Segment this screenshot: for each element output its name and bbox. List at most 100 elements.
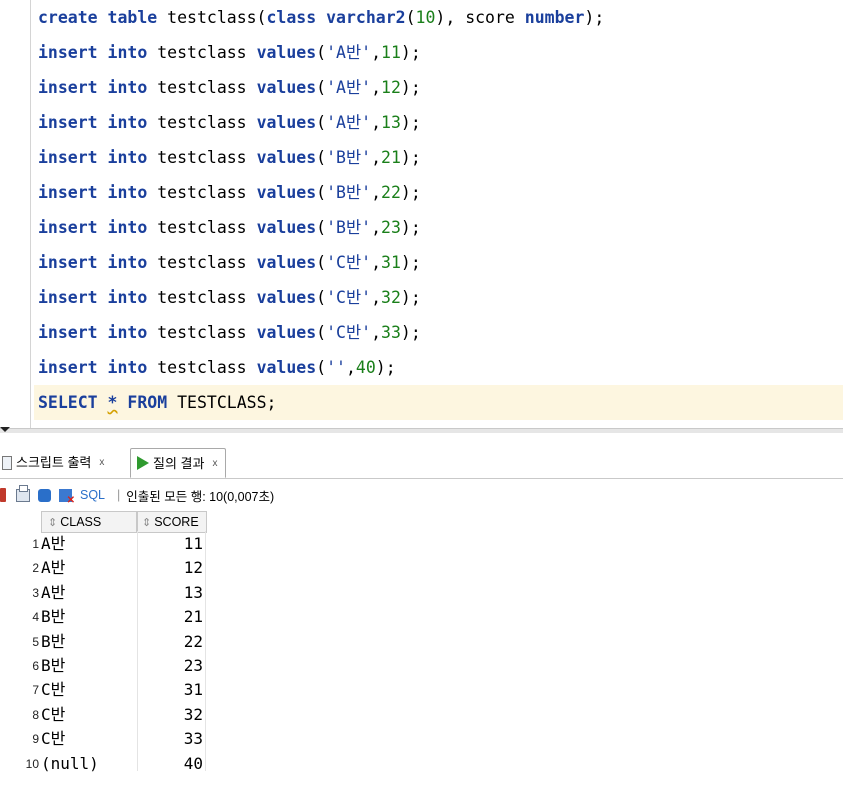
script-output-icon: [2, 455, 12, 470]
code-line[interactable]: insert into testclass values('',40);: [38, 350, 396, 385]
code-line[interactable]: insert into testclass values('A반',12);: [38, 70, 421, 105]
code-token: 'A반': [326, 113, 372, 132]
output-tabstrip: 스크립트 출력 x 질의 결과 x: [0, 448, 843, 479]
refresh-icon[interactable]: [38, 488, 51, 502]
code-token: (: [316, 288, 327, 307]
cell-class[interactable]: C반: [41, 703, 137, 727]
table-row[interactable]: 4 B반 21: [0, 605, 206, 629]
sql-button[interactable]: SQL: [80, 488, 105, 502]
cell-score[interactable]: 31: [139, 678, 203, 702]
cell-class[interactable]: (null): [41, 752, 137, 776]
cell-score[interactable]: 33: [139, 727, 203, 751]
tab-query-result[interactable]: 질의 결과 x: [130, 448, 227, 478]
code-token: SELECT: [38, 393, 98, 412]
code-token: 11: [381, 43, 401, 62]
cell-score[interactable]: 23: [139, 654, 203, 678]
code-token: ), score: [435, 8, 525, 27]
tab-script-output-close-icon[interactable]: x: [99, 448, 104, 477]
code-line[interactable]: insert into testclass values('A반',13);: [38, 105, 421, 140]
cell-score[interactable]: 32: [139, 703, 203, 727]
table-row[interactable]: 9 C반 33: [0, 727, 206, 751]
code-token: values: [256, 358, 317, 377]
cell-class[interactable]: C반: [41, 678, 137, 702]
sort-icon: ⇕: [142, 517, 152, 529]
code-token: insert into: [38, 218, 148, 237]
code-token: TESTCLASS;: [167, 393, 277, 412]
panel-splitter[interactable]: [0, 428, 843, 433]
code-line[interactable]: create table testclass(class varchar2(10…: [38, 0, 604, 35]
code-token: insert into: [38, 43, 148, 62]
code-line[interactable]: insert into testclass values('B반',22);: [38, 175, 421, 210]
code-line[interactable]: insert into testclass values('C반',33);: [38, 315, 421, 350]
code-token: ,: [371, 78, 382, 97]
cell-score[interactable]: 22: [139, 630, 203, 654]
code-line[interactable]: insert into testclass values('B반',23);: [38, 210, 421, 245]
row-number: 4: [32, 610, 39, 625]
code-token: number: [524, 8, 585, 27]
code-token: );: [400, 43, 421, 62]
code-token: insert into: [38, 358, 148, 377]
print-icon[interactable]: [16, 484, 30, 502]
code-token: 31: [381, 253, 401, 272]
table-row[interactable]: 7 C반 31: [0, 678, 206, 702]
code-token: insert into: [38, 78, 148, 97]
code-line[interactable]: insert into testclass values('C반',32);: [38, 280, 421, 315]
code-token: ,: [371, 43, 382, 62]
cell-class[interactable]: A반: [41, 532, 137, 556]
code-token: ,: [371, 323, 382, 342]
code-token: values: [256, 148, 317, 167]
table-row[interactable]: 8 C반 32: [0, 703, 206, 727]
row-number: 5: [32, 634, 39, 649]
cell-class[interactable]: A반: [41, 556, 137, 580]
cell-class[interactable]: B반: [41, 654, 137, 678]
pin-icon[interactable]: [0, 488, 6, 502]
code-token: (: [316, 113, 327, 132]
code-token: (: [316, 358, 327, 377]
cell-score[interactable]: 40: [139, 752, 203, 776]
table-row[interactable]: 1 A반 11: [0, 532, 206, 556]
table-row[interactable]: 3 A반 13: [0, 581, 206, 605]
cell-score[interactable]: 12: [139, 556, 203, 580]
table-row[interactable]: 5 B반 22: [0, 630, 206, 654]
code-token: ,: [345, 358, 356, 377]
tab-script-output[interactable]: 스크립트 출력 x: [2, 448, 104, 477]
collapse-arrow-icon[interactable]: [0, 427, 10, 432]
code-line[interactable]: insert into testclass values('C반',31);: [38, 245, 421, 280]
cell-class[interactable]: B반: [41, 630, 137, 654]
cell-class[interactable]: A반: [41, 581, 137, 605]
code-token: 40: [355, 358, 376, 377]
code-token: testclass: [147, 78, 257, 97]
code-token: (: [316, 78, 327, 97]
code-token: 33: [381, 323, 401, 342]
tab-query-result-close-icon[interactable]: x: [212, 449, 217, 478]
fetch-status: 인출된 모든 행: 10(0,007초): [126, 489, 275, 504]
cell-class[interactable]: B반: [41, 605, 137, 629]
code-line[interactable]: SELECT * FROM TESTCLASS;: [34, 385, 843, 420]
table-row[interactable]: 10 (null) 40: [0, 752, 206, 776]
code-token: testclass: [147, 113, 257, 132]
cell-score[interactable]: 11: [139, 532, 203, 556]
table-row[interactable]: 2 A반 12: [0, 556, 206, 580]
cell-score[interactable]: 21: [139, 605, 203, 629]
table-row[interactable]: 6 B반 23: [0, 654, 206, 678]
code-token: );: [400, 148, 421, 167]
code-line[interactable]: insert into testclass values('B반',21);: [38, 140, 421, 175]
sort-icon: ⇕: [48, 517, 58, 529]
code-line[interactable]: insert into testclass values('A반',11);: [38, 35, 421, 70]
column-header-score[interactable]: ⇕ SCORE: [137, 511, 207, 533]
code-token: 'C반': [326, 288, 372, 307]
code-token: testclass: [147, 148, 257, 167]
delete-icon[interactable]: [59, 488, 75, 506]
cell-class[interactable]: C반: [41, 727, 137, 751]
code-token: );: [400, 113, 421, 132]
sql-editor[interactable]: create table testclass(class varchar2(10…: [0, 0, 843, 428]
code-token: testclass: [147, 253, 257, 272]
row-number: 6: [32, 659, 39, 673]
code-token: ,: [371, 288, 382, 307]
code-token: FROM: [127, 393, 168, 412]
column-header-class[interactable]: ⇕ CLASS: [41, 511, 137, 533]
column-header-score-label: SCORE: [154, 515, 199, 529]
cell-score[interactable]: 13: [139, 581, 203, 605]
